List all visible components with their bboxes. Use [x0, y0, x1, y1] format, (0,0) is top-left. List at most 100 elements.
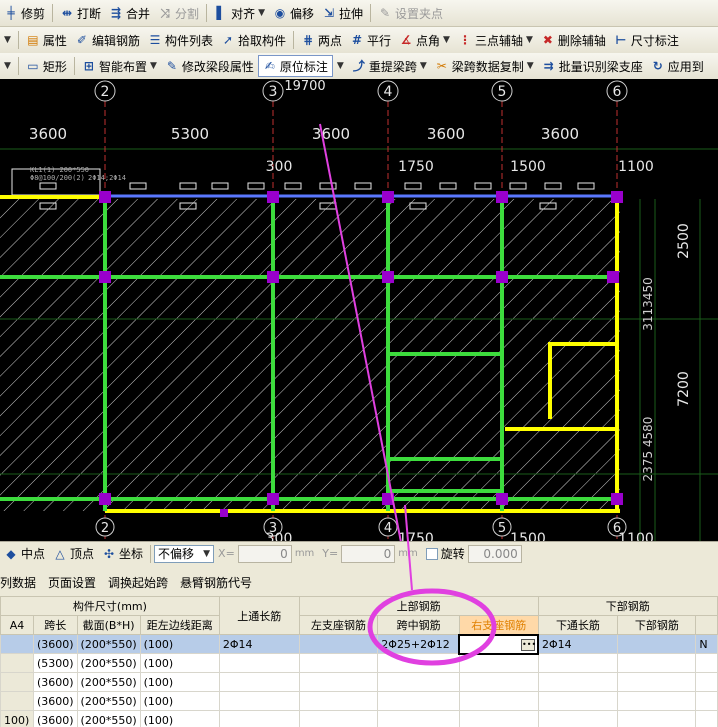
- in-situ-label-button[interactable]: ✍ 原位标注: [257, 55, 333, 77]
- merge-button[interactable]: ⇶ 合并: [105, 2, 154, 24]
- two-points-button[interactable]: ⋕ 两点: [297, 29, 346, 51]
- cell-section[interactable]: (200*550): [76, 710, 141, 727]
- cell-bottom-rebar[interactable]: [617, 672, 697, 692]
- cell-extra[interactable]: [695, 710, 718, 727]
- x-input[interactable]: 0: [237, 544, 292, 563]
- split-button[interactable]: ⤨ 分割: [154, 2, 203, 24]
- cell-span[interactable]: (5300): [32, 653, 78, 673]
- offset-button[interactable]: ◉ 偏移: [269, 2, 318, 24]
- cell-right-support[interactable]: [458, 710, 539, 727]
- rotate-checkbox[interactable]: [425, 547, 438, 560]
- table-row[interactable]: (3600) (200*550) (100): [0, 672, 718, 692]
- cell-a4[interactable]: 100): [0, 710, 34, 727]
- cell-bottom-through[interactable]: [537, 691, 619, 711]
- properties-button[interactable]: ▤ 属性: [22, 29, 71, 51]
- cell-top-through[interactable]: [218, 710, 300, 727]
- cell-bottom-rebar[interactable]: [617, 634, 697, 654]
- cell-section[interactable]: (200*550): [76, 691, 141, 711]
- three-point-axis-button[interactable]: ⋮ 三点辅轴 ▼: [454, 29, 537, 51]
- cell-span[interactable]: (3600): [32, 672, 78, 692]
- cell-top-through[interactable]: [218, 653, 300, 673]
- apply-to-button[interactable]: ↻ 应用到: [647, 55, 708, 77]
- cell-bottom-through[interactable]: [537, 653, 619, 673]
- cell-bottom-rebar[interactable]: [617, 691, 697, 711]
- drawing-canvas[interactable]: 2 3 4 5 6 19700 3600 5300 3600 3600 3600…: [0, 79, 718, 541]
- cell-left-support[interactable]: [298, 691, 379, 711]
- cell-right-support-editor[interactable]: •••: [458, 633, 540, 655]
- cell-bottom-rebar[interactable]: [617, 653, 697, 673]
- cell-span[interactable]: (3600): [32, 634, 78, 654]
- cell-left-support[interactable]: [298, 672, 379, 692]
- batch-identify-button[interactable]: ⇉ 批量识别梁支座: [538, 55, 647, 77]
- trim-button[interactable]: ╪ 修剪: [0, 2, 49, 24]
- toolbar-dropdown[interactable]: ▼: [0, 29, 15, 51]
- table-row[interactable]: 100) (3600) (200*550) (100): [0, 710, 718, 727]
- pick-member-button[interactable]: ➚ 拾取构件: [217, 29, 290, 51]
- cell-a4[interactable]: [0, 672, 34, 692]
- cell-dist[interactable]: (100): [139, 634, 220, 654]
- cell-top-through[interactable]: [218, 691, 300, 711]
- ellipsis-button[interactable]: •••: [521, 638, 536, 651]
- cell-dist[interactable]: (100): [139, 691, 220, 711]
- adjust-start-span-menu[interactable]: 调换起始跨: [108, 574, 168, 591]
- delete-axis-button[interactable]: ✖ 删除辅轴: [537, 29, 610, 51]
- rotate-input[interactable]: 0.000: [467, 544, 522, 563]
- in-situ-dropdown[interactable]: ▼: [333, 55, 348, 77]
- cell-extra[interactable]: [695, 672, 718, 692]
- dim-label-button[interactable]: ⊢ 尺寸标注: [610, 29, 683, 51]
- cell-bottom-through[interactable]: [537, 710, 619, 727]
- cell-dist[interactable]: (100): [139, 653, 220, 673]
- cell-section[interactable]: (200*550): [76, 653, 141, 673]
- cell-right-support[interactable]: [458, 653, 539, 673]
- page-setup-menu[interactable]: 页面设置: [48, 574, 96, 591]
- rectangle-button[interactable]: ▭ 矩形: [22, 55, 71, 77]
- cell-a4[interactable]: [0, 634, 34, 654]
- point-angle-button[interactable]: ∡ 点角 ▼: [395, 29, 454, 51]
- offset-mode-select[interactable]: 不偏移 ▼: [154, 544, 215, 563]
- align-button[interactable]: ▌ 对齐 ▼: [210, 2, 269, 24]
- cell-a4[interactable]: [0, 691, 34, 711]
- cell-span[interactable]: (3600): [32, 691, 78, 711]
- edit-rebar-button[interactable]: ✐ 编辑钢筋: [71, 29, 144, 51]
- cell-extra[interactable]: [695, 691, 718, 711]
- break-button[interactable]: ⇹ 打断: [56, 2, 105, 24]
- cell-left-support[interactable]: [298, 710, 379, 727]
- cell-top-through[interactable]: 2Φ14: [218, 634, 300, 654]
- cell-span[interactable]: (3600): [32, 710, 78, 727]
- cell-extra[interactable]: N: [695, 634, 718, 654]
- modify-span-props-button[interactable]: ✎ 修改梁段属性: [161, 55, 258, 77]
- cell-mid-span[interactable]: [377, 710, 460, 727]
- cell-bottom-through[interactable]: [537, 672, 619, 692]
- stretch-button[interactable]: ⇲ 拉伸: [318, 2, 367, 24]
- cell-section[interactable]: (200*550): [76, 634, 141, 654]
- cell-top-through[interactable]: [218, 672, 300, 692]
- toolbar-dropdown[interactable]: ▼: [0, 55, 15, 77]
- cell-bottom-through[interactable]: 2Φ14: [537, 634, 619, 654]
- cell-dist[interactable]: (100): [139, 672, 220, 692]
- cell-left-support[interactable]: [298, 634, 379, 654]
- y-input[interactable]: 0: [341, 544, 396, 563]
- table-row[interactable]: (3600) (200*550) (100) 2Φ14 2Φ25+2Φ12 ••…: [0, 633, 718, 655]
- smart-layout-button[interactable]: ⊞ 智能布置 ▼: [78, 55, 161, 77]
- re-extract-span-button[interactable]: ⤴ 重提梁跨 ▼: [348, 55, 431, 77]
- cell-right-support[interactable]: [458, 691, 539, 711]
- cell-left-support[interactable]: [298, 653, 379, 673]
- cell-dist[interactable]: (100): [139, 710, 220, 727]
- cell-mid-span[interactable]: [377, 691, 460, 711]
- vertex-snap[interactable]: △ 顶点: [49, 545, 98, 562]
- cell-bottom-rebar[interactable]: [617, 710, 697, 727]
- copy-span-data-button[interactable]: ✂ 梁跨数据复制 ▼: [431, 55, 538, 77]
- column-data-menu[interactable]: 列数据: [0, 574, 36, 591]
- member-list-button[interactable]: ☰ 构件列表: [144, 29, 217, 51]
- cell-a4[interactable]: [0, 653, 34, 673]
- cell-section[interactable]: (200*550): [76, 672, 141, 692]
- cell-mid-span[interactable]: [377, 653, 460, 673]
- set-grip-button[interactable]: ✎ 设置夹点: [374, 2, 447, 24]
- coordinate-snap[interactable]: ✣ 坐标: [98, 545, 147, 562]
- cell-right-support[interactable]: [458, 672, 539, 692]
- cell-mid-span[interactable]: [377, 672, 460, 692]
- cell-extra[interactable]: [695, 653, 718, 673]
- parallel-button[interactable]: # 平行: [346, 29, 395, 51]
- table-row[interactable]: (3600) (200*550) (100): [0, 691, 718, 711]
- cell-mid-span[interactable]: 2Φ25+2Φ12: [377, 634, 460, 654]
